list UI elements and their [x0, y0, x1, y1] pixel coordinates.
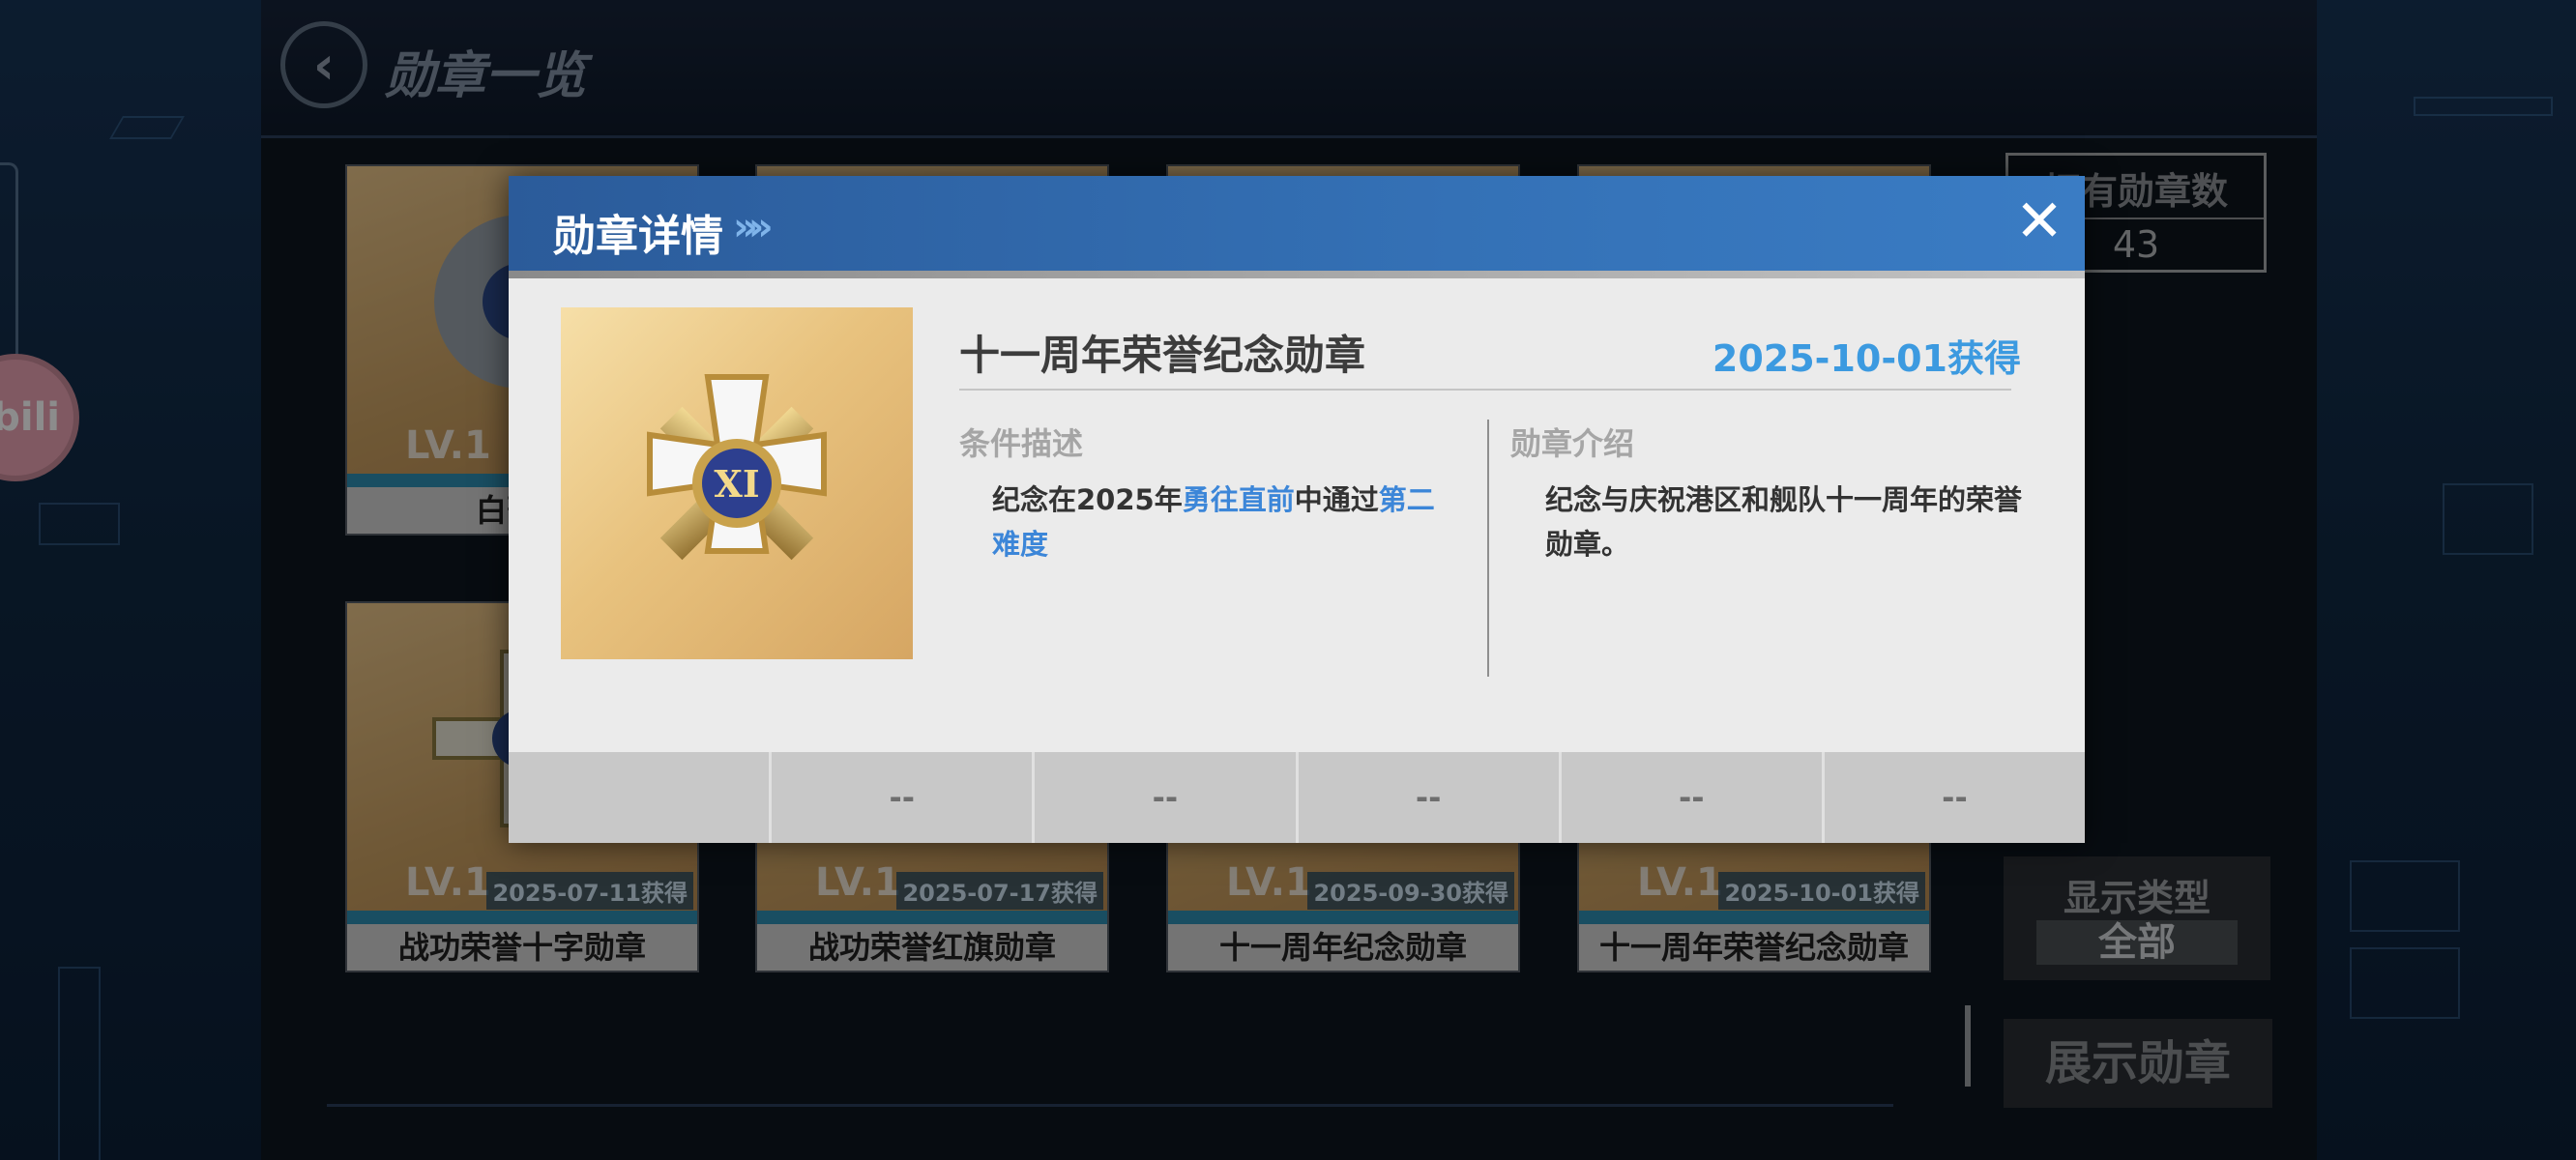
chevrons-icon: »»	[733, 205, 774, 249]
divider	[959, 389, 2011, 391]
medal-image: XI	[561, 307, 913, 659]
medal-title: 十一周年荣誉纪念勋章	[959, 332, 1366, 379]
level-slot[interactable]	[509, 752, 773, 843]
dialog-title: 勋章详情	[553, 212, 723, 261]
column-divider	[1487, 420, 1489, 677]
highlight-event: 勇往直前	[1182, 483, 1295, 516]
level-slot[interactable]: --	[1299, 752, 1562, 843]
level-slot[interactable]: --	[1825, 752, 2085, 843]
intro-text: 纪念与庆祝港区和舰队十一周年的荣誉勋章。	[1545, 483, 2023, 561]
level-slot[interactable]: --	[772, 752, 1036, 843]
condition-text: 纪念在2025年勇往直前中通过第二难度	[992, 483, 1435, 561]
intro-label: 勋章介绍	[1510, 425, 1635, 462]
medal-detail-dialog: 勋章详情 »» ✕ XI 十一周年荣誉纪念勋章 2025-10-01获得 条件描…	[509, 176, 2085, 843]
cross-medal-icon: XI	[647, 374, 827, 561]
dialog-header: 勋章详情 »» ✕	[509, 176, 2085, 271]
medal-roman: XI	[714, 462, 759, 506]
level-slot[interactable]: --	[1562, 752, 1825, 843]
obtained-date: 2025-10-01获得	[1712, 337, 2021, 380]
medal-level-slots: -- -- -- -- --	[509, 752, 2085, 843]
close-button[interactable]: ✕	[2011, 192, 2067, 250]
level-slot[interactable]: --	[1035, 752, 1299, 843]
close-icon: ✕	[2014, 188, 2064, 255]
condition-label: 条件描述	[959, 425, 1084, 462]
header-shadow	[509, 271, 2085, 278]
